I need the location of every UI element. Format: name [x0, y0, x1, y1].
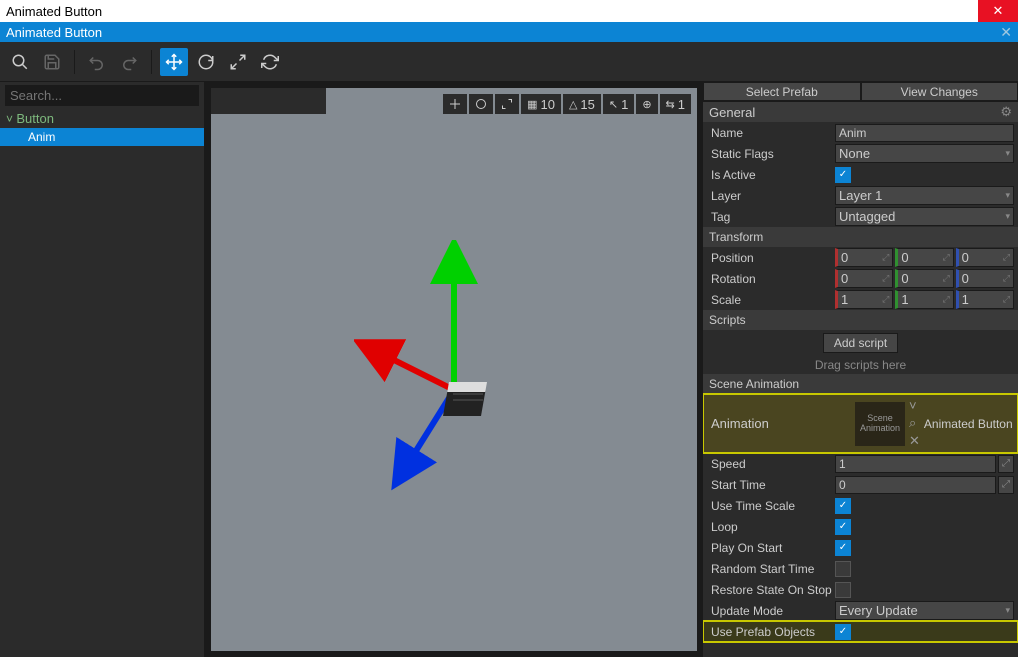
update-mode-label: Update Mode: [707, 604, 835, 618]
scale-tool-icon[interactable]: [224, 48, 252, 76]
static-flags-dropdown[interactable]: None▾: [835, 144, 1014, 163]
viewport[interactable]: ▦ 10 △ 15 ↖ 1 ⊕ ⇆ 1: [211, 88, 697, 651]
tag-label: Tag: [707, 210, 835, 224]
window-title: Animated Button: [6, 4, 102, 19]
rotation-z-input[interactable]: 0⤢: [956, 269, 1014, 288]
tag-dropdown[interactable]: Untagged▾: [835, 207, 1014, 226]
search-small-icon[interactable]: ⌕: [909, 415, 920, 431]
select-prefab-button[interactable]: Select Prefab: [703, 82, 861, 101]
vp-rotate-icon[interactable]: [469, 94, 493, 114]
main-toolbar: [0, 42, 1018, 82]
undo-icon[interactable]: [83, 48, 111, 76]
scale-label: Scale: [707, 293, 835, 307]
move-tool-icon[interactable]: [160, 48, 188, 76]
speed-label: Speed: [707, 457, 835, 471]
animation-thumbnail[interactable]: Scene Animation: [855, 402, 905, 446]
vp-grid-count[interactable]: ▦ 10: [521, 94, 561, 114]
start-time-label: Start Time: [707, 478, 835, 492]
vp-move-icon[interactable]: [443, 94, 467, 114]
play-on-start-checkbox[interactable]: ✓: [835, 540, 851, 556]
vp-snap-move[interactable]: ↖ 1: [603, 94, 634, 114]
is-active-checkbox[interactable]: ✓: [835, 167, 851, 183]
name-label: Name: [707, 126, 835, 140]
viewport-toolbar: ▦ 10 △ 15 ↖ 1 ⊕ ⇆ 1: [443, 94, 691, 114]
tree-item-root[interactable]: ˅ Button: [0, 109, 204, 128]
layer-label: Layer: [707, 189, 835, 203]
play-on-start-label: Play On Start: [707, 541, 835, 555]
vp-snap-rot[interactable]: ⇆ 1: [660, 94, 691, 114]
speed-input[interactable]: 1: [835, 455, 996, 473]
scene-animation-header[interactable]: Scene Animation: [703, 374, 1018, 394]
hierarchy-panel: ˅ Button Anim: [0, 82, 205, 657]
start-time-input[interactable]: 0: [835, 476, 996, 494]
position-z-input[interactable]: 0⤢: [956, 248, 1014, 267]
layer-dropdown[interactable]: Layer 1▾: [835, 186, 1014, 205]
scale-z-input[interactable]: 1⤢: [956, 290, 1014, 309]
restore-state-label: Restore State On Stop: [707, 583, 835, 597]
rotation-label: Rotation: [707, 272, 835, 286]
redo-icon[interactable]: [115, 48, 143, 76]
vp-scale-icon[interactable]: [495, 94, 519, 114]
refresh-tool-icon[interactable]: [256, 48, 284, 76]
loop-checkbox[interactable]: ✓: [835, 519, 851, 535]
name-input[interactable]: [835, 124, 1014, 142]
viewport-panel: ▦ 10 △ 15 ↖ 1 ⊕ ⇆ 1: [205, 82, 703, 657]
start-time-spin-icon[interactable]: ⤢: [998, 476, 1014, 494]
restore-state-checkbox[interactable]: [835, 582, 851, 598]
inspector-panel: Select Prefab View Changes General⚙ Name…: [703, 82, 1018, 657]
add-script-button[interactable]: Add script: [823, 333, 898, 353]
main-area: ˅ Button Anim ▦ 10 △ 15 ↖ 1 ⊕ ⇆ 1: [0, 82, 1018, 657]
loop-label: Loop: [707, 520, 835, 534]
position-label: Position: [707, 251, 835, 265]
position-y-input[interactable]: 0⤢: [895, 248, 953, 267]
vp-globe-icon[interactable]: ⊕: [636, 94, 657, 114]
rotation-x-input[interactable]: 0⤢: [835, 269, 893, 288]
chevron-down-icon[interactable]: ˅: [909, 398, 920, 413]
window-titlebar: Animated Button ✕: [0, 0, 1018, 22]
window-close-button[interactable]: ✕: [978, 0, 1018, 22]
static-flags-label: Static Flags: [707, 147, 835, 161]
use-time-scale-label: Use Time Scale: [707, 499, 835, 513]
view-changes-button[interactable]: View Changes: [861, 82, 1018, 101]
gear-icon[interactable]: ⚙: [1000, 104, 1012, 120]
hierarchy-search-input[interactable]: [5, 85, 199, 106]
speed-spin-icon[interactable]: ⤢: [998, 455, 1014, 473]
scale-x-input[interactable]: 1⤢: [835, 290, 893, 309]
viewport-tab[interactable]: [211, 88, 326, 114]
vp-tri-count[interactable]: △ 15: [563, 94, 601, 114]
general-header[interactable]: General⚙: [703, 102, 1018, 122]
use-prefab-checkbox[interactable]: ✓: [835, 624, 851, 640]
random-start-checkbox[interactable]: [835, 561, 851, 577]
panel-title: Animated Button: [6, 25, 102, 40]
use-prefab-label: Use Prefab Objects: [707, 625, 835, 639]
panel-titlebar: Animated Button ✕: [0, 22, 1018, 42]
rotate-tool-icon[interactable]: [192, 48, 220, 76]
animation-field-highlight: Animation Scene Animation ˅ ⌕ ✕ Animated…: [703, 394, 1018, 453]
scale-y-input[interactable]: 1⤢: [895, 290, 953, 309]
position-x-input[interactable]: 0⤢: [835, 248, 893, 267]
tree-item-child[interactable]: Anim: [0, 128, 204, 146]
rotation-y-input[interactable]: 0⤢: [895, 269, 953, 288]
animation-label: Animation: [707, 416, 855, 431]
use-prefab-row-highlight: Use Prefab Objects✓: [703, 621, 1018, 642]
is-active-label: Is Active: [707, 168, 835, 182]
random-start-label: Random Start Time: [707, 562, 835, 576]
update-mode-dropdown[interactable]: Every Update▾: [835, 601, 1014, 620]
search-icon[interactable]: [6, 48, 34, 76]
transform-header[interactable]: Transform: [703, 227, 1018, 247]
save-icon[interactable]: [38, 48, 66, 76]
scripts-header[interactable]: Scripts: [703, 310, 1018, 330]
animation-value: Animated Button: [920, 417, 1014, 431]
clear-icon[interactable]: ✕: [909, 433, 920, 449]
transform-gizmo[interactable]: [354, 240, 554, 500]
panel-close-icon[interactable]: ✕: [1000, 24, 1012, 41]
use-time-scale-checkbox[interactable]: ✓: [835, 498, 851, 514]
drag-scripts-hint: Drag scripts here: [703, 356, 1018, 374]
